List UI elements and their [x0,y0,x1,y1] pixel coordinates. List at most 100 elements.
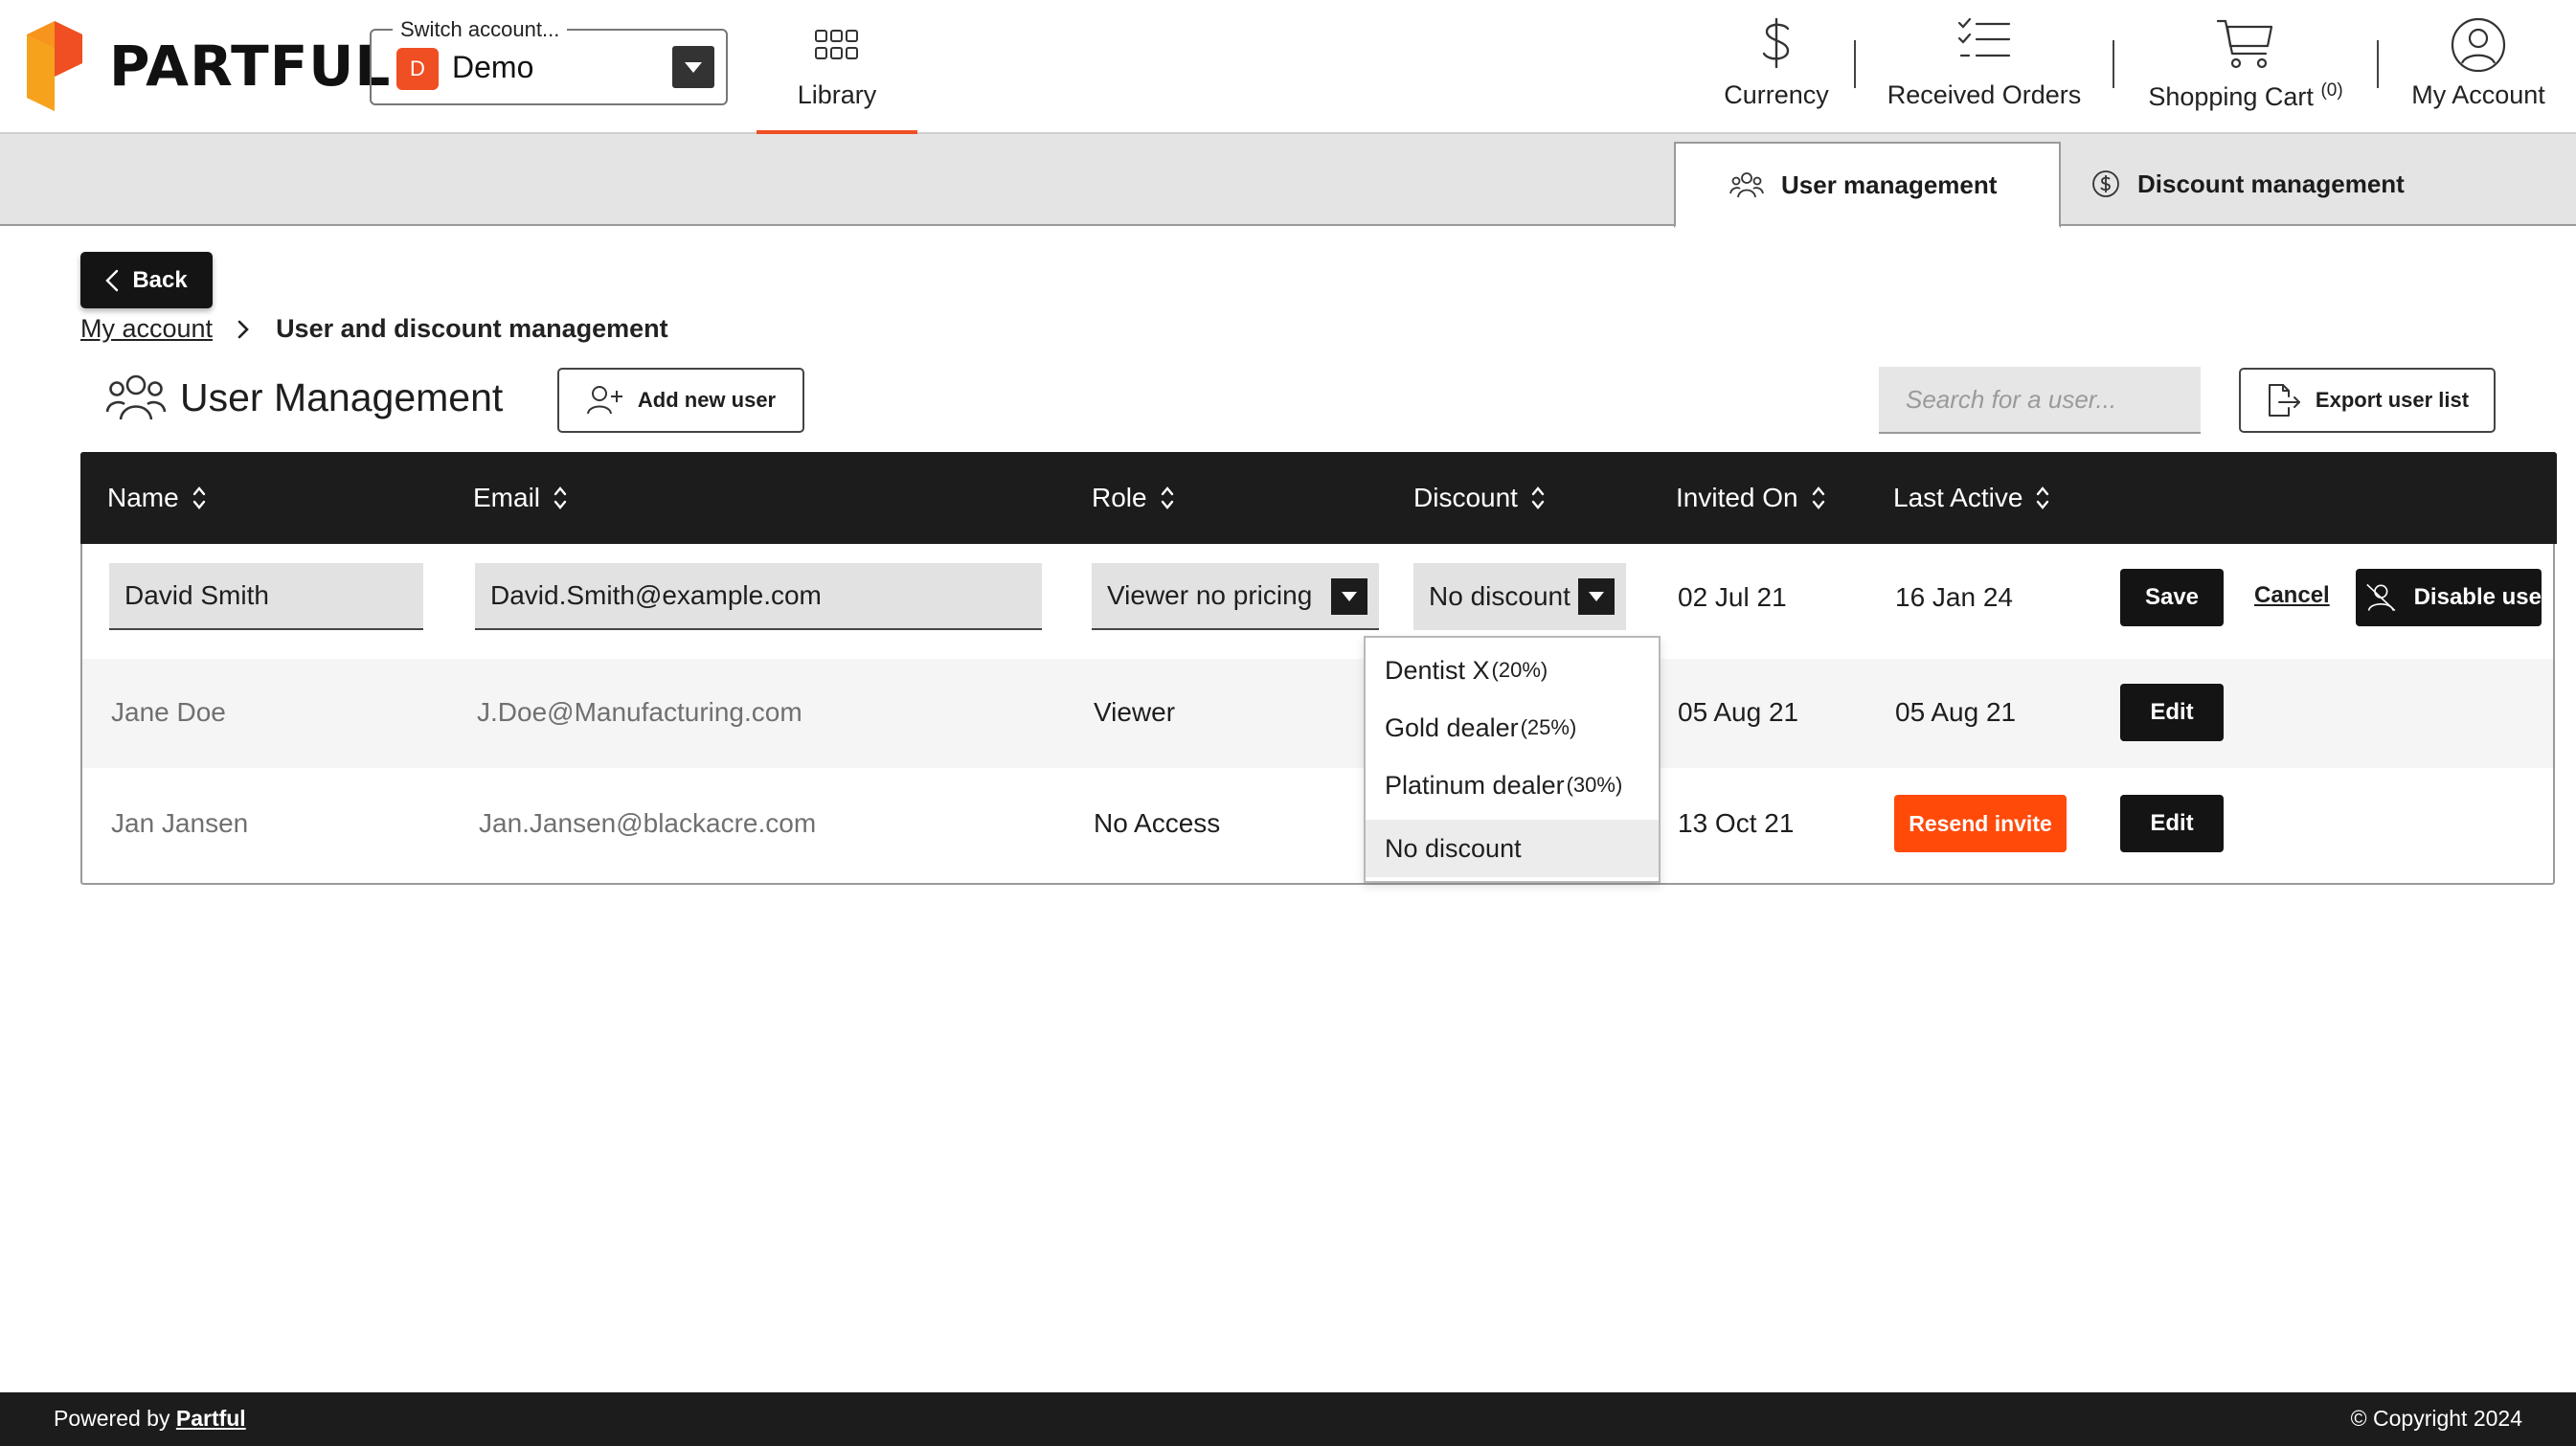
copyright: © Copyright 2024 [2350,1406,2522,1431]
edit-button[interactable]: Edit [2120,684,2224,741]
discount-option-name: Dentist X [1385,655,1490,685]
email-edit-input[interactable] [475,563,1042,630]
tab-user-management[interactable]: User management [1674,142,2061,228]
nav-shopping-cart-label: Shopping Cart (0) [2139,80,2352,112]
nav-my-account-label: My Account [2411,80,2545,109]
nav-my-account[interactable]: My Account [2402,0,2555,134]
tab-user-management-label: User management [1781,169,1998,199]
column-header-label: Email [473,483,541,512]
column-header-label: Last Active [1893,483,2023,512]
nav-library-label: Library [797,80,877,109]
discount-option-name: Platinum dealer [1385,770,1565,800]
account-name: Demo [452,50,534,84]
add-new-user-label: Add new user [637,388,777,412]
table-row: Jane Doe J.Doe@Manufacturing.com Viewer … [82,659,2553,768]
nav-divider [1854,40,1856,88]
discount-select-value: No discount [1429,581,1570,611]
export-user-list-button[interactable]: Export user list [2239,368,2496,433]
back-button-label: Back [132,266,188,293]
sort-icon [554,485,567,511]
column-header-last-active[interactable]: Last Active [1893,452,2049,544]
role-cell: No Access [1094,808,1221,838]
disable-user-button[interactable]: Disable use [2356,569,2542,626]
export-icon [2268,384,2300,417]
shopping-cart-text: Shopping Cart [2148,82,2314,111]
shopping-cart-icon [2216,19,2273,69]
discount-option-platinum-dealer[interactable]: Platinum dealer (30%) [1366,757,1659,814]
chevron-down-icon[interactable] [1331,578,1367,615]
back-button[interactable]: Back [80,252,213,308]
sort-icon [1161,485,1174,511]
table-header: Name Email Role Discount Invited On Last… [80,452,2557,544]
nav-received-orders[interactable]: Received Orders [1879,0,2090,134]
dollar-icon [1762,17,1790,69]
nav-shopping-cart[interactable]: Shopping Cart (0) [2139,0,2352,134]
chevron-right-icon [237,320,249,339]
footer: Powered by Partful © Copyright 2024 [0,1392,2576,1446]
user-slash-icon [2366,583,2396,612]
nav-library[interactable]: Library [757,0,917,134]
tab-discount-management[interactable]: Discount management [2091,142,2551,226]
breadcrumb: My account User and discount management [80,314,668,344]
partful-logo-icon [27,21,82,111]
column-header-email[interactable]: Email [473,452,567,544]
users-icon [1729,170,1764,199]
cancel-link[interactable]: Cancel [2254,582,2330,609]
role-select-value: Viewer no pricing [1107,580,1313,610]
column-header-label: Role [1092,483,1147,512]
user-circle-icon [2451,17,2506,73]
chevron-down-icon[interactable] [672,46,714,88]
email-cell: J.Doe@Manufacturing.com [477,697,802,727]
nav-divider [2377,40,2379,88]
management-tabs: User management Discount management [0,134,2576,228]
discount-option-percent: (30%) [1566,773,1623,797]
role-select[interactable]: Viewer no pricing [1092,563,1379,630]
user-table: Name Email Role Discount Invited On Last… [80,452,2557,885]
name-cell: Jan Jansen [111,808,249,838]
discount-option-name: Gold dealer [1385,712,1519,742]
sort-icon [2036,485,2049,511]
table-row-editing: Viewer no pricing No discount 02 Jul 21 … [82,544,2553,655]
discount-dropdown-menu: Dentist X (20%) Gold dealer (25%) Platinum… [1364,636,1661,883]
column-header-name[interactable]: Name [107,452,206,544]
column-header-role[interactable]: Role [1092,452,1174,544]
invited-on-cell: 05 Aug 21 [1678,697,1799,727]
account-switcher[interactable]: Switch account... D Demo [370,17,728,105]
export-user-list-label: Export user list [2315,388,2470,412]
sort-icon [192,485,206,511]
column-header-invited-on[interactable]: Invited On [1676,452,1825,544]
discount-option-dentist-x[interactable]: Dentist X (20%) [1366,642,1659,699]
chevron-down-icon[interactable] [1578,578,1615,615]
disable-user-label: Disable use [2413,584,2542,610]
column-header-discount[interactable]: Discount [1413,452,1545,544]
partful-logo[interactable]: PARTFUL [27,21,391,111]
last-active-cell: 05 Aug 21 [1895,697,2017,727]
breadcrumb-my-account[interactable]: My account [80,314,213,344]
resend-invite-button[interactable]: Resend invite [1894,795,2067,852]
save-button[interactable]: Save [2120,569,2224,626]
powered-by-link[interactable]: Partful [176,1406,246,1431]
invited-on-cell: 13 Oct 21 [1678,808,1795,838]
column-header-label: Invited On [1676,483,1798,512]
dollar-circle-icon [2091,169,2120,198]
discount-option-no-discount[interactable]: No discount [1366,820,1659,877]
last-active-cell: 16 Jan 24 [1895,582,2013,612]
nav-currency-label: Currency [1724,80,1829,109]
name-edit-input[interactable] [109,563,423,630]
checklist-icon [1957,17,2011,57]
user-plus-icon [586,386,622,415]
account-avatar-badge: D [396,48,439,90]
nav-currency[interactable]: Currency [1720,0,1833,134]
discount-option-percent: (25%) [1520,715,1577,739]
discount-select[interactable]: No discount [1413,563,1626,630]
name-cell: Jane Doe [111,697,226,727]
grid-icon [815,30,858,59]
add-new-user-button[interactable]: Add new user [557,368,804,433]
invited-on-cell: 02 Jul 21 [1678,582,1787,612]
search-user-input[interactable] [1879,367,2201,434]
breadcrumb-current: User and discount management [276,314,668,343]
discount-option-gold-dealer[interactable]: Gold dealer (25%) [1366,699,1659,757]
edit-button[interactable]: Edit [2120,795,2224,852]
page-title: User Management [105,372,503,423]
powered-by: Powered by Partful [54,1406,246,1432]
